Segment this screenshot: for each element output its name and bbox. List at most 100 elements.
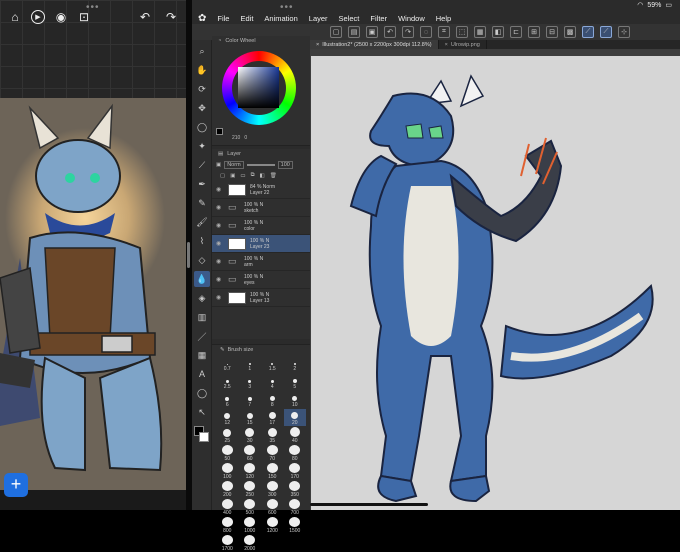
snap-grid-icon[interactable]: ⊹ bbox=[618, 26, 630, 38]
brush-size-option[interactable]: 20 bbox=[283, 409, 306, 426]
menu-window[interactable]: Window bbox=[398, 14, 425, 23]
blend-tool-icon[interactable]: 💧 bbox=[194, 271, 210, 287]
eye-icon[interactable]: ◉ bbox=[216, 186, 224, 193]
layer-row[interactable]: ◉ 100 % N Layer 13 bbox=[212, 289, 310, 307]
brush-size-option[interactable]: 25 bbox=[216, 427, 239, 444]
brush-size-option[interactable]: 15 bbox=[239, 409, 262, 426]
new-vector-layer-icon[interactable]: ▣ bbox=[230, 173, 235, 179]
brush-size-option[interactable]: 1500 bbox=[284, 517, 307, 534]
figure-tool-icon[interactable]: ／ bbox=[194, 328, 210, 344]
grid-icon[interactable]: ▩ bbox=[564, 26, 576, 38]
brush-size-option[interactable]: 500 bbox=[239, 499, 262, 516]
brush-size-option[interactable]: 2.5 bbox=[216, 373, 239, 390]
brush-size-option[interactable]: 1 bbox=[239, 355, 262, 372]
color-wheel[interactable] bbox=[222, 51, 296, 125]
brush-size-option[interactable]: 35 bbox=[261, 427, 284, 444]
opacity-slider[interactable] bbox=[246, 163, 275, 166]
eye-icon[interactable]: ◉ bbox=[216, 240, 224, 247]
brush-size-option[interactable]: 350 bbox=[284, 481, 307, 498]
brush-size-option[interactable]: 150 bbox=[261, 463, 284, 480]
clear-icon[interactable]: ◌ bbox=[420, 26, 432, 38]
brush-size-option[interactable]: 170 bbox=[284, 463, 307, 480]
split-handle[interactable] bbox=[187, 242, 190, 268]
brush-size-option[interactable]: 600 bbox=[261, 499, 284, 516]
blend-mode-select[interactable]: Norm bbox=[224, 160, 244, 169]
invert-selection-icon[interactable]: ◧ bbox=[492, 26, 504, 38]
eraser-tool-icon[interactable]: ◇ bbox=[194, 252, 210, 268]
zoom-tool-icon[interactable]: ⌕ bbox=[194, 43, 210, 59]
snap-ruler-icon[interactable]: ⟋ bbox=[582, 26, 594, 38]
eye-icon[interactable]: ◉ bbox=[216, 276, 224, 283]
lasso-tool-icon[interactable]: ◯ bbox=[194, 119, 210, 135]
frame-tool-icon[interactable]: ▦ bbox=[194, 347, 210, 363]
brush-size-option[interactable]: 60 bbox=[239, 445, 262, 462]
menu-edit[interactable]: Edit bbox=[240, 14, 253, 23]
brush-size-option[interactable]: 7 bbox=[239, 391, 262, 408]
brush-size-option[interactable]: 120 bbox=[239, 463, 262, 480]
brush-size-option[interactable]: 17 bbox=[261, 409, 284, 426]
snap-special-ruler-icon[interactable]: ⟋ bbox=[600, 26, 612, 38]
main-color-mini[interactable] bbox=[216, 128, 223, 135]
tab-close-icon[interactable]: × bbox=[316, 42, 319, 48]
balloon-tool-icon[interactable]: ◯ bbox=[194, 385, 210, 401]
brush-size-option[interactable]: 2000 bbox=[239, 535, 262, 552]
delete-layer-icon[interactable]: 🗑 bbox=[270, 173, 277, 179]
menu-filter[interactable]: Filter bbox=[370, 14, 387, 23]
brush-size-option[interactable]: 2 bbox=[284, 355, 307, 372]
open-icon[interactable]: ▤ bbox=[348, 26, 360, 38]
brush-size-option[interactable]: 30 bbox=[239, 427, 262, 444]
house-icon[interactable]: ⌂ bbox=[8, 10, 22, 24]
hand-tool-icon[interactable]: ✋ bbox=[194, 62, 210, 78]
app-logo-icon[interactable]: ✿ bbox=[198, 13, 206, 24]
brush-size-option[interactable]: 1.5 bbox=[261, 355, 284, 372]
gradient-tool-icon[interactable]: ▥ bbox=[194, 309, 210, 325]
rotate-tool-icon[interactable]: ⟳ bbox=[194, 81, 210, 97]
brush-size-option[interactable]: 8 bbox=[261, 391, 284, 408]
brush-tool-icon[interactable]: 🖌 bbox=[194, 214, 210, 230]
home-indicator[interactable] bbox=[310, 503, 428, 506]
menu-animation[interactable]: Animation bbox=[264, 14, 297, 23]
airbrush-tool-icon[interactable]: ⌇ bbox=[194, 233, 210, 249]
layer-property-icon[interactable]: ▣ bbox=[216, 162, 221, 168]
layer-row[interactable]: ◉ ▭ 100 % Ncolor bbox=[212, 217, 310, 235]
brush-size-option[interactable]: 700 bbox=[284, 499, 307, 516]
eye-icon[interactable]: ◉ bbox=[216, 222, 224, 229]
new-raster-layer-icon[interactable]: ▢ bbox=[220, 173, 225, 179]
eye-icon[interactable]: ◉ bbox=[216, 204, 224, 211]
menu-help[interactable]: Help bbox=[436, 14, 451, 23]
redo-icon[interactable]: ↷ bbox=[164, 10, 178, 24]
brush-size-option[interactable]: 200 bbox=[216, 481, 239, 498]
brush-size-option[interactable]: 70 bbox=[261, 445, 284, 462]
layer-row[interactable]: ◉ 100 % N Layer 23 bbox=[212, 235, 310, 253]
brush-size-option[interactable]: 300 bbox=[261, 481, 284, 498]
undo-icon[interactable]: ↶ bbox=[138, 10, 152, 24]
tab-close-icon[interactable]: × bbox=[445, 42, 448, 48]
brush-size-option[interactable]: 40 bbox=[284, 427, 307, 444]
brush-size-option[interactable]: 6 bbox=[216, 391, 239, 408]
drawing-canvas[interactable] bbox=[311, 56, 680, 510]
new-folder-icon[interactable]: ▭ bbox=[240, 173, 245, 179]
app-menu-dots[interactable]: ••• bbox=[280, 2, 294, 13]
tab-ulrowip[interactable]: × Ulrowip.png bbox=[439, 40, 487, 49]
lock-icon[interactable]: ⊡ bbox=[77, 10, 91, 24]
brush-size-option[interactable]: 0.7 bbox=[216, 355, 239, 372]
brush-size-option[interactable]: 800 bbox=[216, 517, 239, 534]
shrink-selection-icon[interactable]: ⊟ bbox=[546, 26, 558, 38]
brush-size-option[interactable]: 1700 bbox=[216, 535, 239, 552]
brush-size-option[interactable]: 4 bbox=[261, 373, 284, 390]
undo-command-icon[interactable]: ↶ bbox=[384, 26, 396, 38]
crop-icon[interactable]: ⊏ bbox=[510, 26, 522, 38]
brush-size-option[interactable]: 1200 bbox=[261, 517, 284, 534]
brush-size-option[interactable]: 3 bbox=[239, 373, 262, 390]
mask-icon[interactable]: ◧ bbox=[260, 173, 265, 179]
brush-size-option[interactable]: 12 bbox=[216, 409, 239, 426]
select-all-icon[interactable]: ▦ bbox=[474, 26, 486, 38]
brush-size-option[interactable]: 5 bbox=[284, 373, 307, 390]
opacity-value[interactable]: 100 bbox=[277, 160, 293, 169]
save-icon[interactable]: ▣ bbox=[366, 26, 378, 38]
eye-icon[interactable]: ◉ bbox=[54, 10, 68, 24]
eye-icon[interactable]: ◉ bbox=[216, 258, 224, 265]
layer-row[interactable]: ◉ 84 % Norm Layer 22 bbox=[212, 181, 310, 199]
layer-row[interactable]: ◉ ▭ 100 % Neyes bbox=[212, 271, 310, 289]
brush-size-option[interactable]: 80 bbox=[284, 445, 307, 462]
